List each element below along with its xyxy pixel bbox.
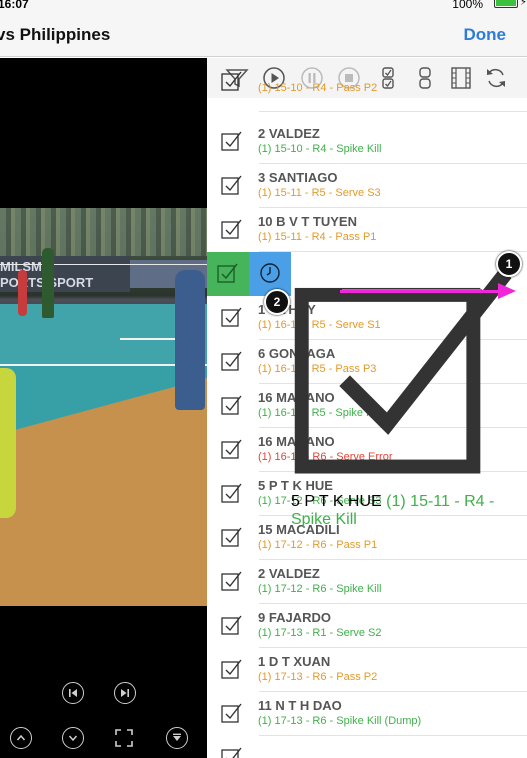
list-item[interactable]: 15 MACADILI (1) 17-12 - R6 - Pass P1 [207,516,527,560]
event-detail: (1) 15-10 - R4 - Pass P2 [258,82,378,94]
swipe-arrow [340,283,516,299]
event-detail: (1) 15-10 - R4 - Spike Kill [258,143,382,155]
player-name: 2 VALDEZ [258,126,320,141]
player-name: 9 FAJARDO [258,610,331,625]
player-name: 2 VALDEZ [258,566,320,581]
list-item[interactable]: 2 VALDEZ (1) 15-10 - R4 - Spike Kill [207,120,527,164]
checkbox-icon[interactable] [221,306,243,328]
list-item[interactable]: 3 SANTIAGO (1) 15-11 - R5 - Serve S3 [207,164,527,208]
checkbox-icon[interactable] [221,394,243,416]
checkbox-icon[interactable] [221,526,243,548]
player-name: 3 SANTIAGO [258,170,338,185]
checkbox-icon[interactable] [221,350,243,372]
checkbox-icon[interactable] [221,658,243,680]
list-item[interactable]: 2 VALDEZ (1) 17-12 - R6 - Spike Kill [207,560,527,604]
player-name: 5 P T K HUE [291,493,382,510]
battery-icon [494,0,518,8]
event-detail: (1) 17-12 - R6 - Pass P1 [258,539,378,551]
next-rally-icon[interactable] [62,727,84,749]
player-name: 11 N T H DAO [258,698,342,713]
battery-percent: 100% [452,0,483,11]
list-item[interactable]: 10 B V T TUYEN (1) 15-11 - R4 - Pass P1 [207,208,527,252]
step-back-icon[interactable] [62,682,84,704]
navigation-bar: vs Philippines Done [0,12,527,57]
step-forward-icon[interactable] [114,682,136,704]
previous-rally-icon[interactable] [10,727,32,749]
checkbox-icon[interactable] [221,746,243,758]
row-separator [259,111,527,112]
charging-icon: ⚡ [519,0,527,8]
checkbox-icon[interactable] [221,70,243,92]
callout-badge: 1 [496,251,522,277]
checkbox-icon[interactable] [221,702,243,724]
event-detail: (1) 17-13 - R6 - Pass P2 [258,671,378,683]
checkbox-icon[interactable] [221,174,243,196]
checkbox-icon[interactable] [221,570,243,592]
menu-icon[interactable] [166,727,188,749]
clock-icon [260,263,280,283]
event-detail: (1) 17-12 - R6 - Spike Kill [258,583,382,595]
fullscreen-icon[interactable] [114,728,134,748]
checkbox-icon[interactable] [221,614,243,636]
page-title: vs Philippines [0,25,111,44]
checkbox-icon[interactable] [221,218,243,240]
list-item[interactable]: 9 FAJARDO (1) 17-13 - R1 - Serve S2 [207,604,527,648]
event-detail: (1) 17-13 - R1 - Serve S2 [258,627,382,639]
list-item[interactable]: 1 D T XUAN (1) 17-13 - R6 - Pass P2 [207,648,527,692]
event-detail: (1) 15-11 - R5 - Serve S3 [258,187,381,199]
player-name: 10 B V T TUYEN [258,214,357,229]
event-detail: (1) 15-11 - R4 - Pass P1 [258,231,377,243]
list-item[interactable]: 11 N T H DAO (1) 17-13 - R6 - Spike Kill … [207,692,527,736]
list-item[interactable]: (1) 15-10 - R4 - Pass P2 [207,71,527,112]
checkbox-icon[interactable] [221,438,243,460]
status-time: 16:07 [0,0,29,11]
checkbox-icon[interactable] [221,130,243,152]
player-name: 1 D T XUAN [258,654,331,669]
video-controls [0,58,207,758]
done-button[interactable]: Done [464,25,507,45]
checkbox-icon[interactable] [221,482,243,504]
clock-action[interactable] [249,252,291,296]
event-list-panel: (1) 15-10 - R4 - Pass P2 2 VALDEZ (1) 15-1… [207,58,527,758]
video-player[interactable]: MILSMMPORTS SPORT [0,58,207,758]
callout-badge: 2 [264,289,290,315]
checkbox-icon[interactable] [291,268,527,492]
event-detail: (1) 17-13 - R6 - Spike Kill (Dump) [258,715,422,727]
list-item[interactable]: (1) 18-13 - R6 Philippines - Timeout #0 [207,736,527,758]
status-bar: 16:07 100% ⚡ [0,0,527,12]
mark-done-action[interactable] [207,252,249,296]
